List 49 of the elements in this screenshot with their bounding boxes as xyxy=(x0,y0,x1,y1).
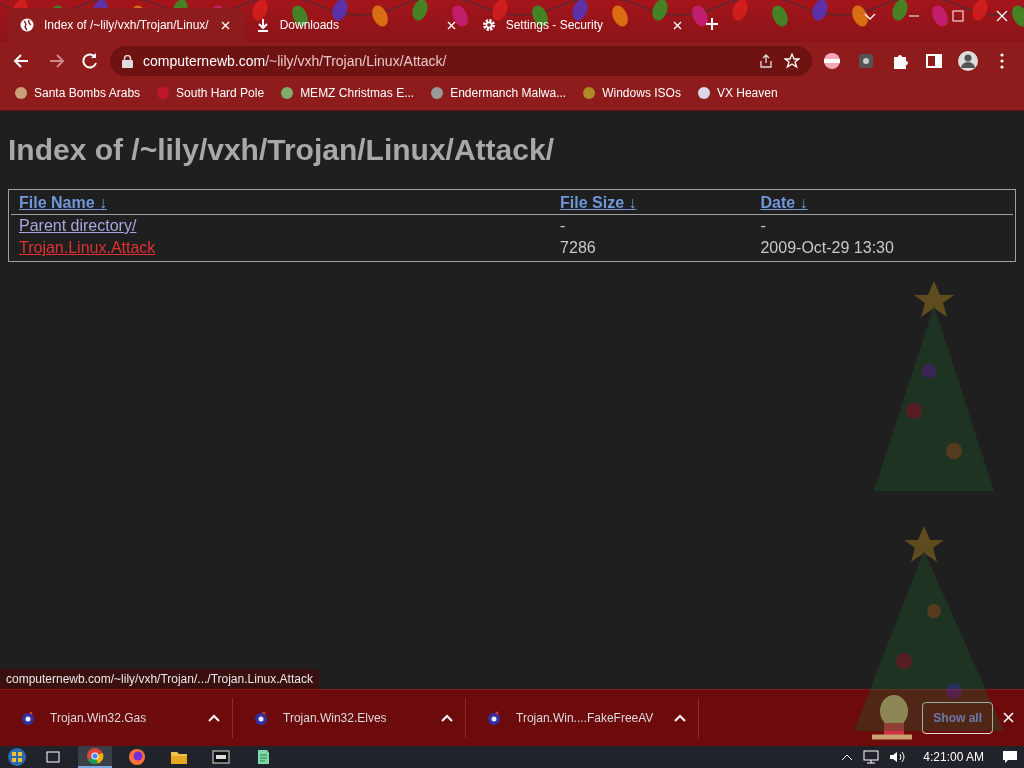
file-link[interactable]: Trojan.Linux.Attack xyxy=(19,239,156,256)
close-icon xyxy=(672,21,682,30)
chevron-up-icon[interactable] xyxy=(841,753,854,761)
column-header-link[interactable]: Date ↓ xyxy=(760,194,808,211)
notification-icon[interactable] xyxy=(1002,750,1018,764)
browser-tab[interactable]: Index of /~lily/vxh/Trojan/Linux/ xyxy=(8,8,244,42)
clock[interactable]: 4:21:00 AM xyxy=(923,750,984,764)
chevron-up-icon[interactable] xyxy=(441,714,453,722)
file-icon xyxy=(253,710,269,726)
column-header-link[interactable]: File Name ↓ xyxy=(19,194,108,211)
close-icon xyxy=(220,21,230,30)
close-icon xyxy=(446,21,456,30)
close-icon xyxy=(1003,711,1014,723)
chevron-up-icon[interactable] xyxy=(208,714,220,722)
file-icon xyxy=(20,710,36,726)
globe-icon xyxy=(20,18,34,32)
download-item[interactable]: Trojan.Win32.Elves xyxy=(233,698,466,738)
file-size: 7286 xyxy=(560,239,596,256)
plus-icon xyxy=(705,18,718,30)
url-text: computernewb.com/~lily/vxh/Trojan/Linux/Attack/ xyxy=(143,53,448,69)
bookmark[interactable]: VX Heaven xyxy=(690,84,784,102)
lock-icon xyxy=(122,54,133,68)
star-icon[interactable] xyxy=(784,53,800,69)
status-url: computernewb.com/~lily/vxh/Trojan/.../Trojan.Linux.Attack xyxy=(0,669,319,689)
taskbar-app-icon[interactable] xyxy=(78,746,112,768)
bookmark[interactable]: Windows ISOs xyxy=(576,84,687,102)
share-icon[interactable] xyxy=(758,53,774,69)
bookmark[interactable]: Santa Bombs Arabs xyxy=(8,84,147,102)
bookmark[interactable]: South Hard Pole xyxy=(150,84,271,102)
download-icon xyxy=(255,18,270,32)
file-link[interactable]: Parent directory/ xyxy=(19,217,137,234)
bookmark[interactable]: MEMZ Christmas E... xyxy=(274,84,421,102)
browser-tab[interactable]: Settings - Security xyxy=(469,8,696,42)
address-bar[interactable]: computernewb.com/~lily/vxh/Trojan/Linux/Attack/ xyxy=(110,46,812,76)
file-date: - xyxy=(760,217,766,234)
download-item[interactable]: Trojan.Win32.Gas xyxy=(0,698,233,738)
file-size: - xyxy=(560,217,566,234)
bookmark[interactable]: Endermanch Malwa... xyxy=(424,84,573,102)
network-icon[interactable] xyxy=(863,750,880,764)
page-heading: Index of /~lily/vxh/Trojan/Linux/Attack/ xyxy=(8,133,554,167)
file-icon xyxy=(486,710,502,726)
browser-tab[interactable]: Downloads xyxy=(243,8,470,42)
volume-icon[interactable] xyxy=(889,750,906,764)
chevron-up-icon[interactable] xyxy=(674,714,686,722)
start-icon[interactable] xyxy=(6,747,28,767)
settings-icon xyxy=(481,18,496,32)
download-item[interactable]: Trojan.Win....FakeFreeAV xyxy=(466,698,699,738)
column-header-link[interactable]: File Size ↓ xyxy=(560,194,637,211)
file-date: 2009-Oct-29 13:30 xyxy=(760,239,894,256)
